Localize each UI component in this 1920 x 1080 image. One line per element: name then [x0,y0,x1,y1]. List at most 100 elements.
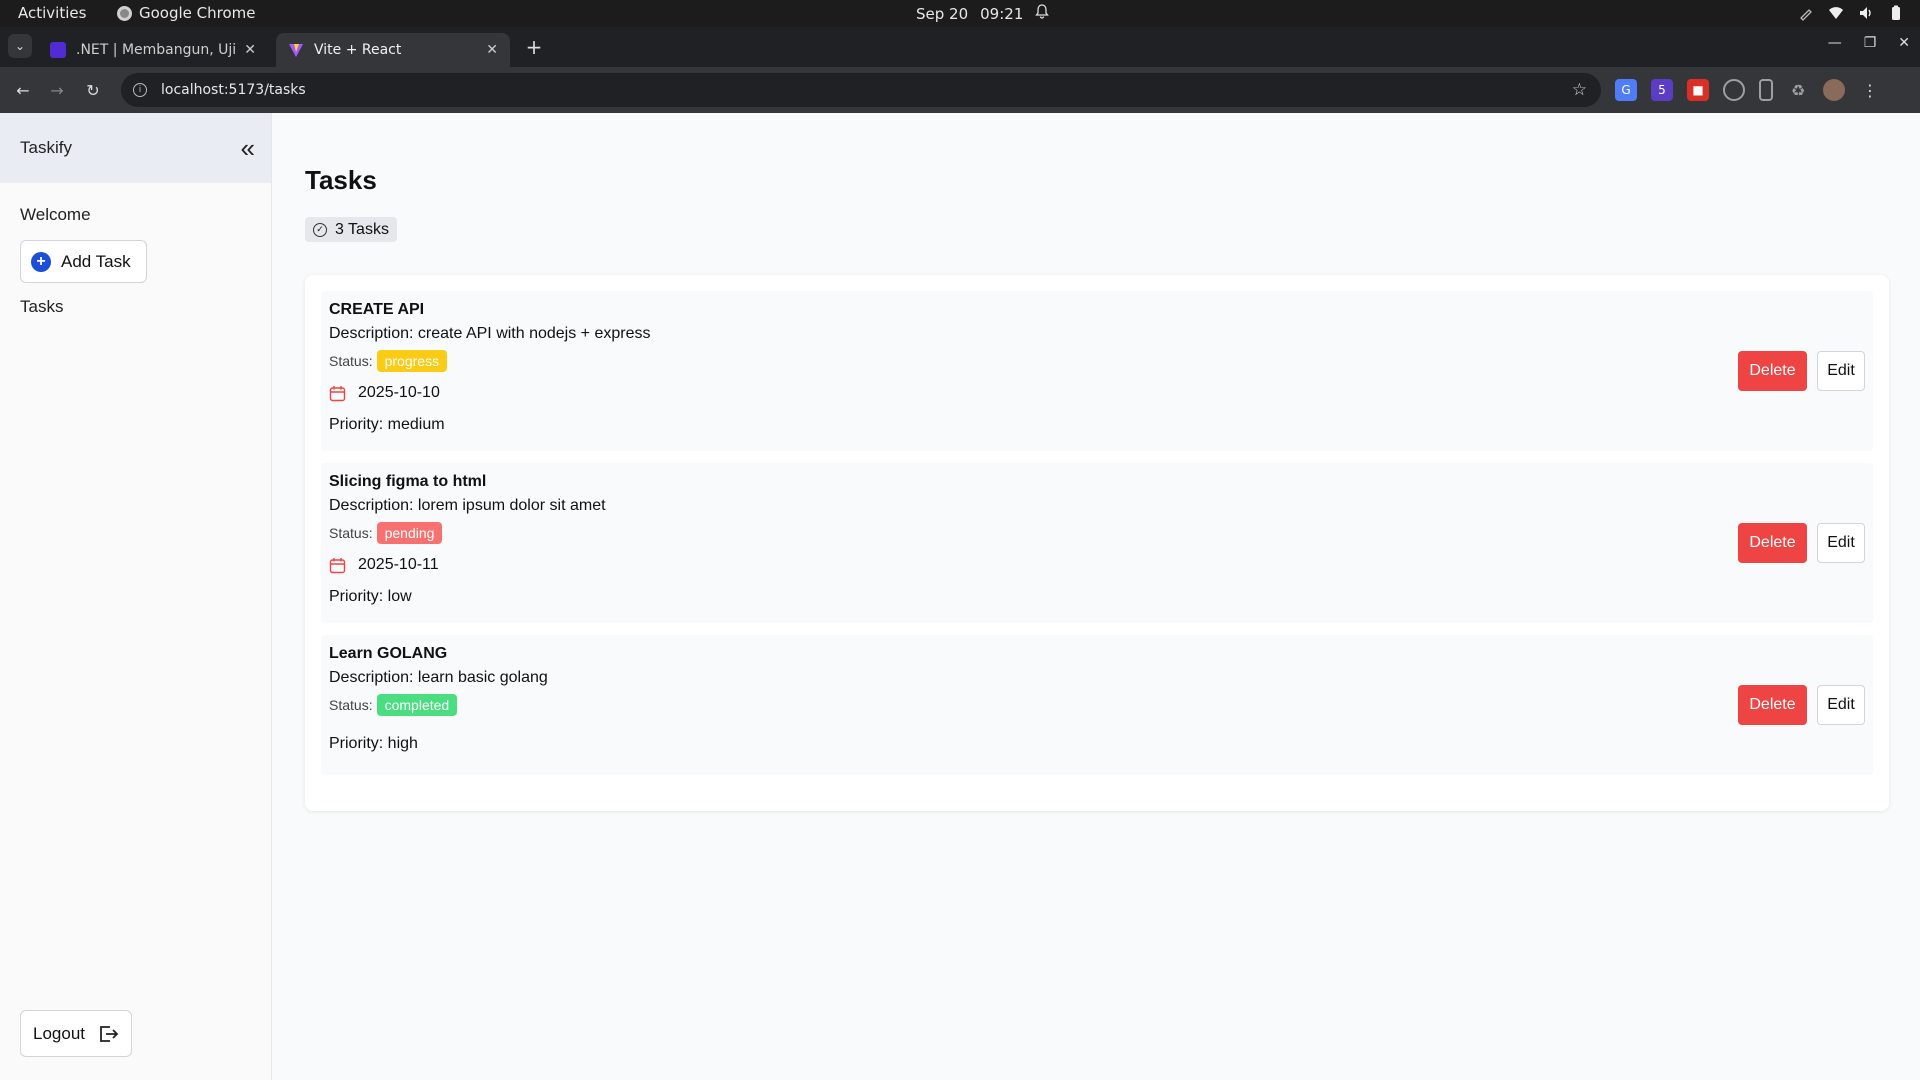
task-actions: Delete Edit [1738,351,1865,391]
clock-time: 09:21 [980,4,1024,23]
chrome-icon [117,5,132,21]
notification-bell-icon [1035,4,1050,23]
due-date-value: 2025-10-11 [358,556,439,573]
extension-badge-icon[interactable]: 5 [1651,79,1673,101]
close-icon[interactable]: ✕ [486,42,498,58]
reload-icon: ↻ [86,80,100,100]
delete-button[interactable]: Delete [1738,685,1807,725]
task-priority: Priority: low [329,588,412,605]
edit-button[interactable]: Edit [1817,685,1865,725]
tab-search-button[interactable]: ⌄ [8,34,32,58]
vite-icon [288,42,304,58]
close-icon[interactable]: ✕ [244,42,256,58]
new-tab-button[interactable]: + [520,33,548,61]
status-badge: progress [376,350,448,372]
minimize-icon[interactable]: — [1828,35,1842,51]
chevron-down-icon: ⌄ [14,39,26,53]
task-item: Learn GOLANG Description: learn basic go… [321,635,1873,775]
task-description: Description: learn basic golang [329,669,548,686]
status-badge: pending [376,522,443,544]
task-priority: Priority: medium [329,416,445,433]
task-count-label: 3 Tasks [335,220,389,238]
task-description: Description: lorem ipsum dolor sit amet [329,497,606,514]
forward-button[interactable]: → [46,79,68,101]
edit-button[interactable]: Edit [1817,523,1865,563]
task-due-date: 2025-10-11 [329,556,439,574]
clock[interactable]: Sep 20 09:21 [916,4,1050,23]
task-title: Slicing figma to html [329,473,487,490]
back-button[interactable]: ← [12,79,34,101]
task-due-date: 2025-10-10 [329,384,440,402]
battery-icon [1888,5,1904,21]
task-priority: Priority: high [329,735,418,752]
edit-button[interactable]: Edit [1817,351,1865,391]
status-badge: completed [376,694,458,716]
task-status: Status: pending [329,522,443,544]
task-item: CREATE API Description: create API with … [321,291,1873,451]
sidebar-item-tasks[interactable]: Tasks [20,297,63,317]
clock-date: Sep 20 [916,4,969,23]
tab-title: Vite + React [314,42,402,58]
extensions-bar: G 5 ■ ♻ ⋮ [1615,79,1881,101]
volume-icon [1858,5,1874,21]
browser-tab-vite[interactable]: Vite + React ✕ [276,33,510,67]
profile-avatar-icon[interactable] [1823,79,1845,101]
main-content: Tasks ✓ 3 Tasks CREATE API Description: … [273,113,1920,1080]
calendar-icon [329,385,346,402]
welcome-text: Welcome [20,205,91,224]
wifi-icon [1828,5,1844,21]
active-app-name: Google Chrome [139,4,256,22]
task-status: Status: completed [329,694,458,716]
tab-title: .NET | Membangun, Uji, S [76,42,237,58]
app-sidebar: Taskify « Welcome + Add Task Tasks Logou… [0,113,272,1080]
reload-button[interactable]: ↻ [82,79,104,101]
logout-icon [97,1023,119,1045]
os-top-bar: Activities Google Chrome Sep 20 09:21 [0,0,1920,27]
site-info-icon[interactable]: i [133,83,147,97]
translate-icon[interactable]: G [1615,79,1637,101]
task-title: Learn GOLANG [329,645,448,662]
arrow-right-icon: → [50,80,64,100]
task-item: Slicing figma to html Description: lorem… [321,463,1873,623]
task-count-badge: ✓ 3 Tasks [305,217,397,242]
brand-name: Taskify [20,138,72,157]
close-window-icon[interactable]: ✕ [1898,35,1910,51]
system-tray[interactable] [1798,5,1904,21]
browser-tab-dotnet[interactable]: .NET | Membangun, Uji, S ✕ [38,33,268,67]
target-icon[interactable] [1723,79,1745,101]
task-status: Status: progress [329,350,448,372]
kebab-menu-icon[interactable]: ⋮ [1859,79,1881,101]
address-bar[interactable]: i localhost:5173/tasks ☆ [121,73,1601,107]
logout-button[interactable]: Logout [20,1010,132,1057]
delete-button[interactable]: Delete [1738,351,1807,391]
add-task-button[interactable]: + Add Task [20,240,147,283]
add-task-label: Add Task [61,251,131,271]
calendar-icon [329,557,346,574]
task-list-card: CREATE API Description: create API with … [305,275,1889,811]
url-text: localhost:5173/tasks [161,82,306,98]
plus-icon: + [525,35,543,59]
status-label: Status: [329,353,373,369]
bookmark-star-icon[interactable]: ☆ [1572,80,1587,100]
task-actions: Delete Edit [1738,523,1865,563]
active-app-indicator[interactable]: Google Chrome [117,4,256,22]
browser-toolbar: ← → ↻ i localhost:5173/tasks ☆ G 5 ■ ♻ ⋮ [0,67,1920,113]
pdf-icon[interactable]: ■ [1687,79,1709,101]
activities-button[interactable]: Activities [18,4,86,22]
status-label: Status: [329,697,373,713]
task-actions: Delete Edit [1738,685,1865,725]
check-circle-icon: ✓ [313,222,327,237]
collapse-sidebar-icon[interactable]: « [241,133,256,164]
puzzle-icon[interactable]: ♻ [1787,79,1809,101]
due-date-value: 2025-10-10 [358,384,440,401]
arrow-left-icon: ← [16,80,30,100]
logout-label: Logout [33,1023,85,1043]
status-label: Status: [329,525,373,541]
task-description: Description: create API with nodejs + ex… [329,325,651,342]
dotnet-icon [50,42,66,58]
restore-icon[interactable]: ❐ [1864,35,1877,51]
pen-icon [1798,5,1814,21]
plus-circle-icon: + [31,251,51,272]
device-icon[interactable] [1759,79,1773,101]
delete-button[interactable]: Delete [1738,523,1807,563]
